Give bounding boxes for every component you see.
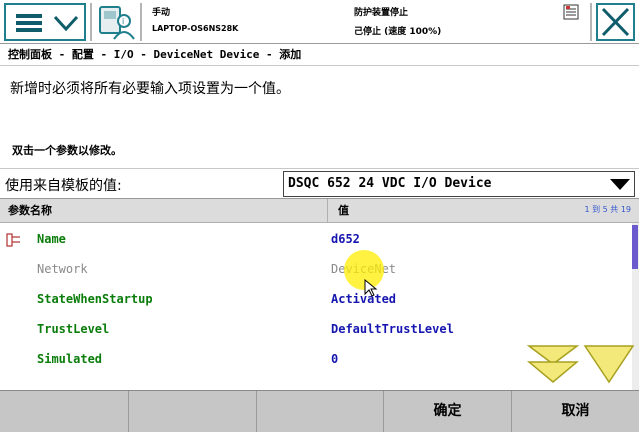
chevron-down-icon: [53, 15, 79, 32]
table-header: 参数名称 值 1 到 5 共 19: [0, 199, 639, 223]
main-menu-button[interactable]: [4, 3, 86, 41]
page-down-icon[interactable]: [583, 344, 635, 384]
menu-icon: [16, 14, 42, 32]
scrollbar-thumb[interactable]: [632, 225, 638, 269]
top-bar-divider: [90, 3, 92, 41]
status-area[interactable]: 手动 LAPTOP-OS6NS28K 防护装置停止 己停止 (速度 100%): [146, 2, 586, 42]
top-bar: i 手动 LAPTOP-OS6NS28K 防护装置停止 己停止 (速度 100%…: [0, 0, 639, 44]
close-icon: [601, 7, 630, 37]
controller-name: LAPTOP-OS6NS28K: [152, 24, 239, 33]
svg-text:i: i: [122, 17, 124, 26]
operating-mode: 手动: [152, 8, 171, 18]
column-header-name: 参数名称: [0, 199, 328, 223]
cancel-button[interactable]: 取消: [512, 391, 639, 432]
mouse-pointer-icon: [364, 279, 378, 297]
top-bar-divider: [140, 3, 142, 41]
breadcrumb: 控制面板 - 配置 - I/O - DeviceNet Device - 添加: [0, 44, 639, 66]
param-value: DefaultTrustLevel: [331, 322, 454, 336]
bottom-divider: [256, 391, 257, 432]
template-select[interactable]: DSQC 652 24 VDC I/O Device: [283, 171, 635, 197]
guard-stop-status: 防护装置停止: [354, 8, 409, 18]
table-row[interactable]: Name d652: [0, 225, 630, 255]
param-value: 0: [331, 352, 339, 366]
param-value: d652: [331, 232, 360, 246]
param-name: StateWhenStartup: [37, 292, 153, 306]
hint-text: 双击一个参数以修改。: [12, 144, 122, 157]
teach-pendant-user-icon[interactable]: i: [96, 3, 136, 41]
page-indicator: 1 到 5 共 19: [584, 205, 631, 214]
close-button[interactable]: [596, 3, 635, 41]
template-label: 使用来自模板的值:: [5, 178, 122, 194]
instruction-text: 新增时必须将所有必要输入项设置为一个值。: [10, 81, 290, 97]
scroll-down-icon[interactable]: [527, 344, 579, 384]
template-selected-value: DSQC 652 24 VDC I/O Device: [288, 176, 492, 191]
param-name: Name: [37, 232, 66, 246]
ok-button[interactable]: 确定: [384, 391, 511, 432]
dropdown-arrow-icon: [610, 179, 630, 190]
status-log-icon[interactable]: [563, 4, 579, 20]
message-area: 新增时必须将所有必要输入项设置为一个值。 双击一个参数以修改。: [0, 66, 639, 168]
table-row[interactable]: Network DeviceNet: [0, 255, 630, 285]
speed-status: 己停止 (速度 100%): [354, 27, 442, 37]
parameter-row-icon: [6, 233, 20, 247]
table-row[interactable]: StateWhenStartup Activated: [0, 285, 630, 315]
table-row[interactable]: TrustLevel DefaultTrustLevel: [0, 315, 630, 345]
param-name: Network: [37, 262, 88, 276]
template-row: 使用来自模板的值: DSQC 652 24 VDC I/O Device: [0, 168, 639, 198]
top-bar-divider: [590, 3, 592, 41]
param-name: TrustLevel: [37, 322, 110, 336]
bottom-divider: [128, 391, 129, 432]
param-name: Simulated: [37, 352, 103, 366]
bottom-action-bar: 确定 取消: [0, 390, 639, 432]
